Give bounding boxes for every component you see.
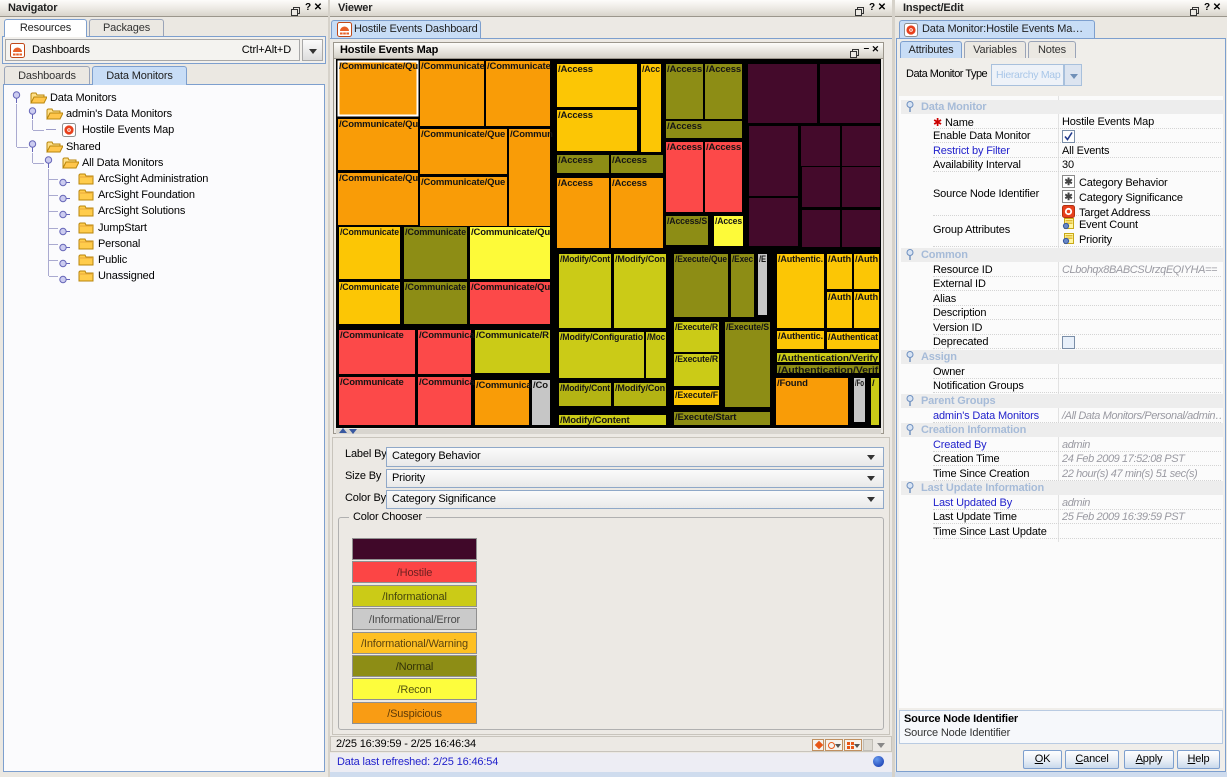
svg-text:/Modify/Con: /Modify/Con <box>615 383 665 394</box>
svg-text:/Access: /Access <box>558 110 593 121</box>
svg-text:/Access: /Access <box>612 155 647 166</box>
svg-text:/Exec: /Exec <box>732 254 753 265</box>
svg-text:/Moc: /Moc <box>647 332 665 343</box>
svg-text:/Communicate/Qu: /Communicate/Qu <box>471 227 550 238</box>
svg-text:/Communicate/Que: /Communicate/Que <box>421 129 505 140</box>
svg-text:/Auth: /Auth <box>855 254 878 265</box>
svg-text:/Found: /Found <box>777 378 808 389</box>
svg-text:/Communicate: /Communicate <box>421 61 485 72</box>
svg-text:/Communicate/Que: /Communicate/Que <box>421 177 505 188</box>
svg-text:/Execute/Que: /Execute/Que <box>675 254 727 265</box>
svg-text:/Access: /Access <box>558 64 593 75</box>
svg-text:/Execute/R: /Execute/R <box>675 354 718 365</box>
svg-text:/Access: /Access <box>612 178 647 189</box>
svg-text:/Modify/Con: /Modify/Con <box>615 254 665 265</box>
svg-text:/Authentic.: /Authentic. <box>778 254 823 265</box>
svg-text:/Modify/Cont: /Modify/Cont <box>560 383 611 394</box>
svg-text:/Communicate/R: /Communicate/R <box>476 330 549 341</box>
svg-text:/Acc: /Acc <box>642 64 660 75</box>
svg-text:/Commun: /Commun <box>510 129 553 140</box>
svg-text:/Communicate: /Communicate <box>340 330 404 341</box>
svg-text:/Execute/R: /Execute/R <box>675 322 718 333</box>
svg-text:/Authentication/Verify: /Authentication/Verify <box>778 353 879 364</box>
svg-text:/Modify/Cont: /Modify/Cont <box>560 254 611 265</box>
svg-text:/Communicate: /Communicate <box>340 227 399 238</box>
svg-text:/Acces: /Acces <box>715 216 742 227</box>
svg-text:/Communicate/Qu: /Communicate/Qu <box>339 173 418 184</box>
svg-text:/Fo: /Fo <box>855 378 864 389</box>
svg-text:/Auth: /Auth <box>828 254 851 265</box>
svg-text:/Communicate: /Communicate <box>405 227 466 238</box>
svg-text:/Communicate/Qu: /Communicate/Qu <box>471 282 550 293</box>
svg-text:/Communicate: /Communicate <box>487 61 551 72</box>
svg-text:/Communica: /Communica <box>419 377 475 388</box>
svg-text:/Execute/S: /Execute/S <box>726 322 769 333</box>
svg-text:/Access: /Access <box>667 121 702 132</box>
svg-text:/Communica: /Communica <box>419 330 475 341</box>
svg-text:/Access: /Access <box>558 178 593 189</box>
svg-text:/Modify/Configuratio: /Modify/Configuratio <box>560 332 643 343</box>
svg-text:✱: ✱ <box>1064 192 1073 203</box>
svg-text:/Access: /Access <box>558 155 593 166</box>
svg-text:✱: ✱ <box>1064 177 1073 188</box>
svg-text:/Access: /Access <box>667 142 702 153</box>
svg-text:/Authentic.: /Authentic. <box>778 331 823 342</box>
svg-text:/Authenticat: /Authenticat <box>828 332 879 343</box>
svg-text:/Communicate: /Communicate <box>340 282 399 293</box>
svg-text:/E: /E <box>759 254 766 265</box>
svg-text:/Modify/Content: /Modify/Content <box>560 415 631 426</box>
svg-text:/Communicate: /Communicate <box>405 282 466 293</box>
svg-text:/Communicate/Qu: /Communicate/Qu <box>339 119 418 130</box>
svg-text:/Communicate/Qu: /Communicate/Qu <box>339 61 418 72</box>
svg-text:/Access: /Access <box>667 64 702 75</box>
svg-text:/Co: /Co <box>533 380 548 391</box>
svg-text:/Authentication/Verif: /Authentication/Verif <box>778 365 879 376</box>
svg-text:/Auth: /Auth <box>828 292 851 303</box>
svg-text:/Access: /Access <box>706 64 741 75</box>
svg-text:/Execute/F: /Execute/F <box>675 390 718 401</box>
svg-text:/Auth: /Auth <box>855 292 878 303</box>
svg-text:/Communicate: /Communicate <box>340 377 404 388</box>
svg-text:/Communica: /Communica <box>476 380 532 391</box>
svg-text:/Execute/Start: /Execute/Start <box>675 412 737 423</box>
svg-text:/Access/S: /Access/S <box>667 216 707 227</box>
svg-text:/Access: /Access <box>706 142 741 153</box>
